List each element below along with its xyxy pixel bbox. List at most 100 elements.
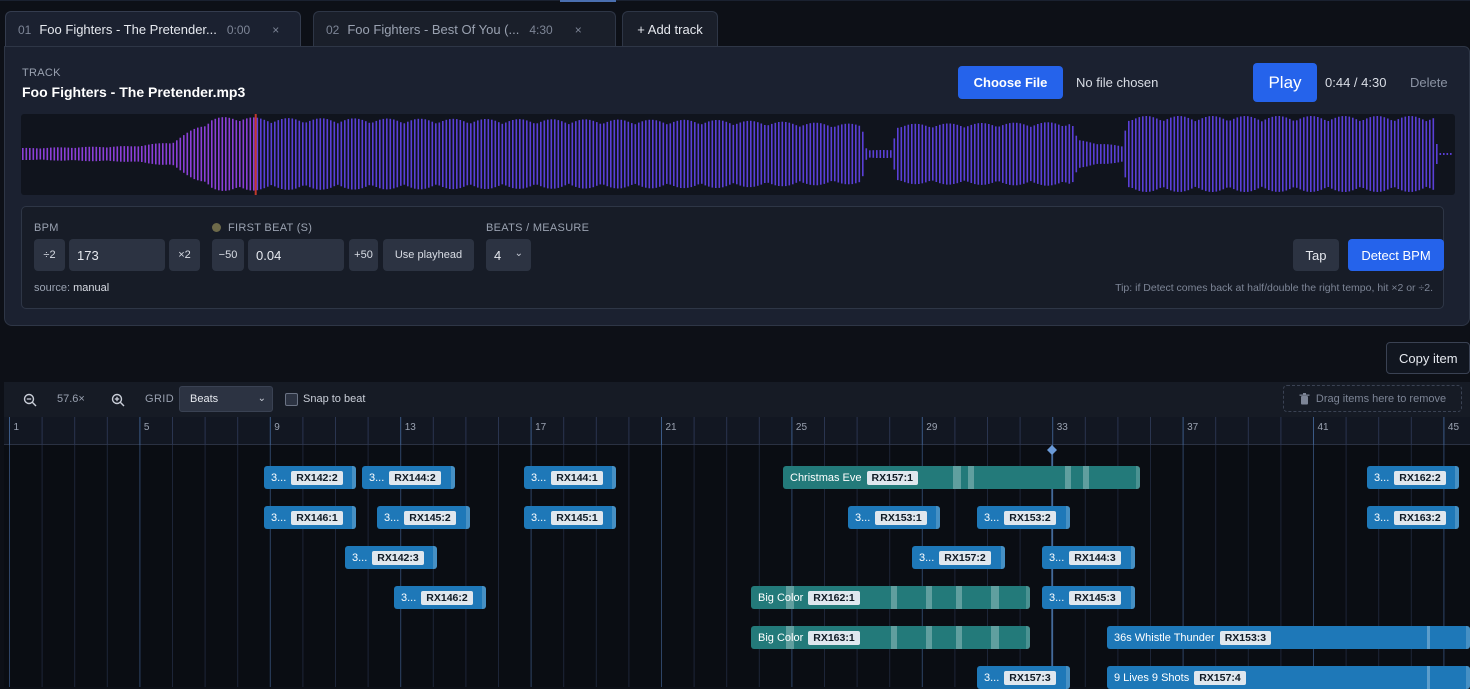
clip-segment — [926, 586, 932, 609]
timeline-clip[interactable]: 3... RX144:2 — [362, 466, 455, 489]
double-bpm-button[interactable]: ×2 — [169, 239, 200, 271]
zoom-in-icon[interactable] — [108, 390, 128, 410]
timeline-clip[interactable]: 3... RX153:1 — [848, 506, 940, 529]
first-beat-indicator-icon — [212, 223, 221, 232]
clip-resize-handle[interactable] — [1026, 626, 1030, 649]
clip-resize-handle[interactable] — [1136, 466, 1140, 489]
tap-tempo-button[interactable]: Tap — [1293, 239, 1339, 271]
timeline-clip[interactable]: 3... RX163:2 — [1367, 506, 1459, 529]
waveform-bar — [456, 119, 458, 189]
clip-resize-handle[interactable] — [612, 466, 616, 489]
waveform-bar — [172, 142, 175, 166]
bpm-input[interactable]: 173 — [69, 239, 165, 271]
waveform-bar — [995, 126, 997, 182]
waveform-bar — [1317, 117, 1319, 191]
clip-resize-handle[interactable] — [1455, 466, 1459, 489]
timeline-ruler[interactable]: 1 5 9 13 17 21 25 29 33 37 41 45 — [4, 417, 1470, 445]
clip-resize-handle[interactable] — [1131, 546, 1135, 569]
clip-resize-handle[interactable] — [433, 546, 437, 569]
copy-item-button[interactable]: Copy item — [1386, 342, 1470, 374]
timeline-clip[interactable]: 3... RX153:2 — [977, 506, 1070, 529]
waveform-bar — [197, 127, 199, 181]
waveform-bar — [1103, 144, 1106, 164]
close-icon[interactable]: × — [272, 23, 279, 37]
waveform-bar — [858, 125, 861, 183]
waveform-bar — [36, 148, 38, 160]
clip-name: 3... — [919, 551, 935, 564]
waveform-bar — [95, 146, 98, 162]
play-button[interactable]: Play — [1253, 63, 1317, 102]
delete-button[interactable]: Delete — [1410, 75, 1448, 90]
waveform-bar — [956, 124, 959, 184]
timeline-clip[interactable]: Big Color RX163:1 — [751, 626, 1030, 649]
clip-resize-handle[interactable] — [352, 506, 356, 529]
clip-resize-handle[interactable] — [482, 586, 486, 609]
waveform-bar — [690, 120, 693, 188]
waveform-canvas[interactable] — [21, 114, 1455, 195]
waveform-bar — [340, 121, 343, 187]
timeline-clip[interactable]: 3... RX144:3 — [1042, 546, 1135, 569]
plus-50-button[interactable]: +50 — [349, 239, 378, 271]
minus-50-button[interactable]: −50 — [212, 239, 244, 271]
clip-resize-handle[interactable] — [451, 466, 455, 489]
timeline-clip[interactable]: 3... RX145:1 — [524, 506, 616, 529]
clip-resize-handle[interactable] — [1131, 586, 1135, 609]
grid-select[interactable]: Beats ⌄ — [179, 386, 273, 412]
waveform-bar — [680, 120, 682, 188]
clip-resize-handle[interactable] — [1466, 626, 1470, 649]
remove-drop-zone[interactable]: Drag items here to remove — [1283, 385, 1462, 412]
timeline-clip[interactable]: 3... RX157:2 — [912, 546, 1005, 569]
timeline-clip[interactable]: 3... RX145:3 — [1042, 586, 1135, 609]
timeline-clip[interactable]: 3... RX142:3 — [345, 546, 437, 569]
waveform-bar — [963, 127, 966, 181]
timeline-clip[interactable]: 3... RX146:2 — [394, 586, 486, 609]
timeline-clip[interactable]: Christmas Eve RX157:1 — [783, 466, 1140, 489]
clip-resize-handle[interactable] — [1455, 506, 1459, 529]
snap-checkbox[interactable] — [285, 393, 298, 406]
add-track-button[interactable]: + Add track — [622, 11, 718, 47]
waveform-bar — [1107, 144, 1109, 164]
halve-bpm-button[interactable]: ÷2 — [34, 239, 65, 271]
track-tab-2[interactable]: 02 Foo Fighters - Best Of You (... 4:30 … — [313, 11, 616, 47]
clip-resize-handle[interactable] — [1066, 666, 1070, 689]
track-tab-1[interactable]: 01 Foo Fighters - The Pretender... 0:00 … — [5, 11, 301, 47]
use-playhead-button[interactable]: Use playhead — [383, 239, 474, 271]
timeline-clip[interactable]: 3... RX146:1 — [264, 506, 356, 529]
timeline-clip[interactable]: 3... RX144:1 — [524, 466, 616, 489]
clip-name: Big Color — [758, 631, 804, 644]
waveform[interactable] — [21, 114, 1455, 195]
clip-resize-handle[interactable] — [936, 506, 940, 529]
clip-tag: RX144:3 — [1069, 550, 1121, 565]
detect-bpm-button[interactable]: Detect BPM — [1348, 239, 1444, 271]
chevron-down-icon: ⌄ — [257, 393, 266, 404]
waveform-bar — [739, 122, 742, 186]
beats-per-measure-select[interactable]: 4 ⌄ — [486, 239, 531, 271]
timeline-clip[interactable]: 3... RX157:3 — [977, 666, 1070, 689]
timeline-clip[interactable]: 3... RX162:2 — [1367, 466, 1459, 489]
timeline-clip[interactable]: 3... RX145:2 — [377, 506, 470, 529]
clip-resize-handle[interactable] — [1466, 666, 1470, 689]
choose-file-button[interactable]: Choose File — [958, 66, 1063, 99]
timeline-clip[interactable]: 9 Lives 9 Shots RX157:4 — [1107, 666, 1470, 689]
timeline-clip[interactable]: Big Color RX162:1 — [751, 586, 1030, 609]
clip-resize-handle[interactable] — [1001, 546, 1005, 569]
waveform-bar — [634, 124, 637, 184]
clip-resize-handle[interactable] — [1066, 506, 1070, 529]
clip-resize-handle[interactable] — [352, 466, 356, 489]
playhead-handle-icon[interactable] — [1047, 445, 1057, 455]
clip-name: 3... — [271, 471, 287, 484]
clip-tag: RX157:3 — [1004, 670, 1056, 685]
zoom-out-icon[interactable] — [20, 390, 40, 410]
first-beat-input[interactable]: 0.04 — [248, 239, 344, 271]
clip-segment — [1427, 626, 1430, 649]
timeline-clip[interactable]: 3... RX142:2 — [264, 466, 356, 489]
waveform-bar — [1065, 125, 1067, 183]
waveform-bar — [1166, 119, 1169, 189]
waveform-bar — [326, 119, 329, 189]
clip-resize-handle[interactable] — [1026, 586, 1030, 609]
close-icon[interactable]: × — [575, 23, 582, 37]
clip-resize-handle[interactable] — [612, 506, 616, 529]
waveform-bar — [547, 119, 549, 189]
timeline-clip[interactable]: 36s Whistle Thunder RX153:3 — [1107, 626, 1470, 649]
clip-resize-handle[interactable] — [466, 506, 470, 529]
